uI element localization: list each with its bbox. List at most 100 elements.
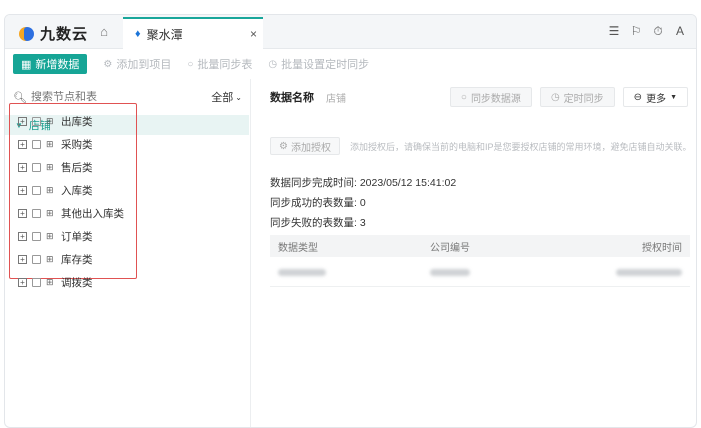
add-auth-button[interactable]: ⚙ 添加授权 (270, 137, 340, 155)
expand-icon[interactable]: + (18, 278, 27, 287)
tree-item-label: 其他出入库类 (61, 208, 124, 220)
column-header: 数据类型 (278, 242, 318, 254)
user-icon[interactable]: A (674, 24, 686, 39)
filter-select[interactable]: 全部 ⌄ (211, 89, 242, 105)
sync-source-button[interactable]: ○ 同步数据源 (449, 87, 532, 107)
timer-icon[interactable]: ⏱ (652, 24, 664, 39)
tree-item-label: 采购类 (61, 139, 93, 151)
search-input[interactable] (30, 91, 181, 103)
logo-icon (19, 26, 35, 42)
category-list: + ⊞ 出库类 + ⊞ 采购类 + ⊞ 售后类 + ⊞ 入库类 + ⊞ 其他出入库类 + ⊞ 订单类 +… (9, 103, 137, 289)
success-count-label: 同步成功的表数量: (270, 197, 360, 209)
more-button[interactable]: ⊖ 更多 ▼ (622, 87, 688, 107)
tree-item[interactable]: + ⊞ 订单类 (10, 225, 136, 248)
checkbox[interactable] (32, 209, 41, 218)
checkbox[interactable] (32, 255, 41, 264)
expand-icon[interactable]: + (18, 209, 27, 218)
checkbox[interactable] (32, 163, 41, 172)
home-icon[interactable]: ⌂ (97, 25, 111, 39)
tree-item[interactable]: + ⊞ 采购类 (10, 133, 136, 156)
folder-icon: ⊞ (46, 254, 54, 264)
scheduled-sync-label: 定时同步 (563, 93, 604, 105)
table-row[interactable] (270, 257, 690, 287)
batch-sync-button[interactable]: ○ 批量同步表 (187, 56, 252, 72)
expand-icon[interactable]: + (18, 117, 27, 126)
tab-label: 聚水潭 (146, 27, 183, 42)
sync-info: 数据同步完成时间: 2023/05/12 15:41:02 同步成功的表数量: … (270, 173, 456, 233)
auth-table: 数据类型 公司编号 授权时间 (270, 235, 690, 287)
tab-jushuitan[interactable]: ♦ 聚水潭 × (123, 17, 263, 49)
column-header: 授权时间 (642, 242, 682, 254)
tree-item[interactable]: + ⊞ 其他出入库类 (10, 202, 136, 225)
top-bar: 九数云 ⌂ ♦ 聚水潭 × ☰ ⚐ ⏱ A (5, 15, 696, 49)
more-icon: ⊖ (633, 91, 643, 103)
more-label: 更多 (646, 93, 667, 105)
tree-item-label: 订单类 (61, 231, 93, 243)
caret-down-icon: ▼ (670, 93, 677, 101)
expand-icon[interactable]: + (18, 186, 27, 195)
clock-icon: ◷ (268, 58, 278, 70)
gear-icon: ⚙ (279, 140, 288, 152)
app-window: 九数云 ⌂ ♦ 聚水潭 × ☰ ⚐ ⏱ A ▦ 新增数据 ⚙ 添加到项目 ○ 批… (4, 14, 697, 428)
add-to-project-button[interactable]: ⚙ 添加到项目 (103, 56, 171, 72)
expand-icon[interactable]: + (18, 232, 27, 241)
datasource-icon: ♦ (135, 28, 141, 40)
blurred-cell (430, 265, 590, 279)
new-data-label: 新增数据 (35, 59, 80, 71)
close-icon[interactable]: × (250, 27, 257, 41)
search-icon: 🔍︎ (13, 91, 27, 104)
chevron-down-icon: ⌄ (235, 92, 242, 102)
blurred-cell (590, 265, 690, 279)
batch-sync-label: 批量同步表 (197, 59, 253, 71)
batch-schedule-button[interactable]: ◷ 批量设置定时同步 (268, 56, 369, 72)
tree-item[interactable]: + ⊞ 出库类 (10, 110, 136, 133)
detail-panel: 数据名称 店铺 ○ 同步数据源 ◷ 定时同步 ⊖ 更多 ▼ ⚙ 添加授权 添加授权后，请确… (252, 79, 696, 427)
checkbox[interactable] (32, 278, 41, 287)
checkbox[interactable] (32, 140, 41, 149)
checkbox[interactable] (32, 117, 41, 126)
tree-item-label: 调拨类 (61, 277, 93, 289)
tree-item-label: 库存类 (61, 254, 93, 266)
folder-icon: ⊞ (46, 162, 54, 172)
folder-icon: ⊞ (46, 231, 54, 241)
expand-icon[interactable]: + (18, 255, 27, 264)
clock-icon: ◷ (550, 91, 560, 103)
sync-icon: ○ (460, 91, 467, 103)
table-header: 数据类型 公司编号 授权时间 (270, 235, 690, 257)
tree-item[interactable]: + ⊞ 库存类 (10, 248, 136, 271)
add-auth-label: 添加授权 (290, 142, 331, 154)
scheduled-sync-button[interactable]: ◷ 定时同步 (539, 87, 615, 107)
sync-time-value: 2023/05/12 15:41:02 (359, 177, 457, 189)
data-name-label: 数据名称 (270, 92, 314, 104)
folder-icon: ⊞ (46, 139, 54, 149)
new-data-button[interactable]: ▦ 新增数据 (13, 54, 88, 74)
batch-schedule-label: 批量设置定时同步 (281, 59, 370, 71)
flag-icon[interactable]: ⚐ (630, 24, 642, 39)
folder-icon: ⊞ (46, 185, 54, 195)
sync-icon: ○ (187, 58, 194, 70)
tree-item[interactable]: + ⊞ 售后类 (10, 156, 136, 179)
tree-item[interactable]: + ⊞ 入库类 (10, 179, 136, 202)
auth-tip: 添加授权后，请确保当前的电脑和IP是您要授权店铺的常用环境，避免店铺自动关联。 (349, 141, 692, 152)
auth-row: ⚙ 添加授权 添加授权后，请确保当前的电脑和IP是您要授权店铺的常用环境，避免店铺… (270, 137, 691, 155)
expand-icon[interactable]: + (18, 140, 27, 149)
logo: 九数云 (19, 23, 88, 44)
filter-label: 全部 (211, 92, 234, 104)
add-to-project-label: 添加到项目 (116, 59, 172, 71)
logo-text: 九数云 (40, 26, 89, 43)
list-icon[interactable]: ☰ (608, 24, 620, 39)
checkbox[interactable] (32, 232, 41, 241)
tree-item-label: 入库类 (61, 185, 93, 197)
expand-icon[interactable]: + (18, 163, 27, 172)
checkbox[interactable] (32, 186, 41, 195)
data-name-value: 店铺 (326, 93, 346, 105)
folder-icon: ⊞ (46, 208, 54, 218)
tree-item-label: 售后类 (61, 162, 93, 174)
sync-time-label: 数据同步完成时间: (270, 177, 360, 189)
detail-actions: ○ 同步数据源 ◷ 定时同步 ⊖ 更多 ▼ (449, 87, 688, 107)
fail-count-value: 3 (359, 217, 366, 229)
tree-item[interactable]: + ⊞ 调拨类 (10, 271, 136, 294)
success-count-value: 0 (359, 197, 366, 209)
tree-item-label: 出库类 (61, 116, 93, 128)
folder-icon: ⊞ (46, 277, 54, 287)
